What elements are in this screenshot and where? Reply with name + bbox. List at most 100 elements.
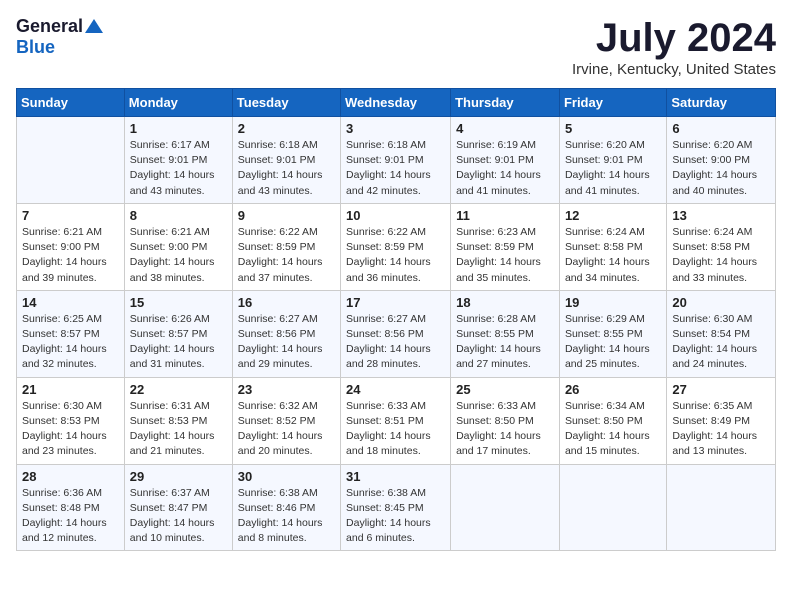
calendar-cell bbox=[17, 117, 125, 204]
page-header: General Blue July 2024 Irvine, Kentucky,… bbox=[16, 16, 776, 78]
calendar-cell: 24Sunrise: 6:33 AM Sunset: 8:51 PM Dayli… bbox=[341, 377, 451, 464]
day-number: 26 bbox=[565, 382, 661, 397]
calendar-cell: 18Sunrise: 6:28 AM Sunset: 8:55 PM Dayli… bbox=[451, 290, 560, 377]
calendar-cell: 14 Sunrise: 6:25 AM Sunset: 8:57 PM Dayli… bbox=[17, 290, 125, 377]
calendar-cell: 5 Sunrise: 6:20 AM Sunset: 9:01 PM Daylig… bbox=[559, 117, 666, 204]
day-number: 15 bbox=[130, 295, 227, 310]
day-number: 31 bbox=[346, 469, 445, 484]
day-number: 27 bbox=[672, 382, 770, 397]
logo-blue-text: Blue bbox=[16, 37, 55, 57]
day-number: 9 bbox=[238, 208, 335, 223]
day-number: 5 bbox=[565, 121, 661, 136]
header-day-saturday: Saturday bbox=[667, 89, 776, 117]
day-number: 25 bbox=[456, 382, 554, 397]
cell-content: Sunrise: 6:29 AM Sunset: 8:55 PM Dayligh… bbox=[565, 312, 661, 373]
calendar-cell: 28 Sunrise: 6:36 AM Sunset: 8:48 PM Dayli… bbox=[17, 464, 125, 551]
day-number: 2 bbox=[238, 121, 335, 136]
day-number: 3 bbox=[346, 121, 445, 136]
calendar-week-row: 1Sunrise: 6:17 AM Sunset: 9:01 PM Daylig… bbox=[17, 117, 776, 204]
day-number: 4 bbox=[456, 121, 554, 136]
calendar-cell: 7Sunrise: 6:21 AM Sunset: 9:00 PM Daylig… bbox=[17, 203, 125, 290]
logo: General Blue bbox=[16, 16, 103, 58]
calendar-table: SundayMondayTuesdayWednesdayThursdayFrid… bbox=[16, 88, 776, 551]
calendar-cell: 11 Sunrise: 6:23 AM Sunset: 8:59 PM Dayli… bbox=[451, 203, 560, 290]
calendar-cell: 1Sunrise: 6:17 AM Sunset: 9:01 PM Daylig… bbox=[124, 117, 232, 204]
day-number: 14 bbox=[22, 295, 119, 310]
calendar-cell: 25Sunrise: 6:33 AM Sunset: 8:50 PM Dayli… bbox=[451, 377, 560, 464]
day-number: 22 bbox=[130, 382, 227, 397]
calendar-cell: 3 Sunrise: 6:18 AM Sunset: 9:01 PM Daylig… bbox=[341, 117, 451, 204]
day-number: 28 bbox=[22, 469, 119, 484]
cell-content: Sunrise: 6:28 AM Sunset: 8:55 PM Dayligh… bbox=[456, 312, 554, 373]
cell-content: Sunrise: 6:20 AM Sunset: 9:00 PM Dayligh… bbox=[672, 138, 770, 199]
day-number: 10 bbox=[346, 208, 445, 223]
cell-content: Sunrise: 6:30 AM Sunset: 8:54 PM Dayligh… bbox=[672, 312, 770, 373]
calendar-cell: 19Sunrise: 6:29 AM Sunset: 8:55 PM Dayli… bbox=[559, 290, 666, 377]
calendar-week-row: 14 Sunrise: 6:25 AM Sunset: 8:57 PM Dayli… bbox=[17, 290, 776, 377]
calendar-cell: 20 Sunrise: 6:30 AM Sunset: 8:54 PM Dayli… bbox=[667, 290, 776, 377]
calendar-cell bbox=[667, 464, 776, 551]
cell-content: Sunrise: 6:36 AM Sunset: 8:48 PM Dayligh… bbox=[22, 486, 119, 547]
calendar-week-row: 7Sunrise: 6:21 AM Sunset: 9:00 PM Daylig… bbox=[17, 203, 776, 290]
cell-content: Sunrise: 6:38 AM Sunset: 8:46 PM Dayligh… bbox=[238, 486, 335, 547]
header-day-tuesday: Tuesday bbox=[232, 89, 340, 117]
cell-content: Sunrise: 6:38 AM Sunset: 8:45 PM Dayligh… bbox=[346, 486, 445, 547]
header-day-thursday: Thursday bbox=[451, 89, 560, 117]
day-number: 11 bbox=[456, 208, 554, 223]
day-number: 24 bbox=[346, 382, 445, 397]
day-number: 17 bbox=[346, 295, 445, 310]
calendar-cell: 29 Sunrise: 6:37 AM Sunset: 8:47 PM Dayli… bbox=[124, 464, 232, 551]
logo-arrow-icon bbox=[85, 17, 103, 35]
calendar-cell: 27 Sunrise: 6:35 AM Sunset: 8:49 PM Dayli… bbox=[667, 377, 776, 464]
cell-content: Sunrise: 6:24 AM Sunset: 8:58 PM Dayligh… bbox=[672, 225, 770, 286]
calendar-cell: 21Sunrise: 6:30 AM Sunset: 8:53 PM Dayli… bbox=[17, 377, 125, 464]
day-number: 12 bbox=[565, 208, 661, 223]
calendar-week-row: 28 Sunrise: 6:36 AM Sunset: 8:48 PM Dayli… bbox=[17, 464, 776, 551]
calendar-cell: 10Sunrise: 6:22 AM Sunset: 8:59 PM Dayli… bbox=[341, 203, 451, 290]
calendar-cell: 13 Sunrise: 6:24 AM Sunset: 8:58 PM Dayli… bbox=[667, 203, 776, 290]
cell-content: Sunrise: 6:37 AM Sunset: 8:47 PM Dayligh… bbox=[130, 486, 227, 547]
calendar-cell: 30Sunrise: 6:38 AM Sunset: 8:46 PM Dayli… bbox=[232, 464, 340, 551]
location-title: Irvine, Kentucky, United States bbox=[572, 61, 776, 78]
calendar-cell bbox=[451, 464, 560, 551]
calendar-cell: 6 Sunrise: 6:20 AM Sunset: 9:00 PM Daylig… bbox=[667, 117, 776, 204]
day-number: 13 bbox=[672, 208, 770, 223]
cell-content: Sunrise: 6:27 AM Sunset: 8:56 PM Dayligh… bbox=[346, 312, 445, 373]
header-day-sunday: Sunday bbox=[17, 89, 125, 117]
cell-content: Sunrise: 6:21 AM Sunset: 9:00 PM Dayligh… bbox=[130, 225, 227, 286]
cell-content: Sunrise: 6:31 AM Sunset: 8:53 PM Dayligh… bbox=[130, 399, 227, 460]
calendar-cell bbox=[559, 464, 666, 551]
calendar-cell: 31 Sunrise: 6:38 AM Sunset: 8:45 PM Dayli… bbox=[341, 464, 451, 551]
cell-content: Sunrise: 6:23 AM Sunset: 8:59 PM Dayligh… bbox=[456, 225, 554, 286]
title-section: July 2024 Irvine, Kentucky, United State… bbox=[572, 16, 776, 78]
day-number: 20 bbox=[672, 295, 770, 310]
calendar-cell: 9Sunrise: 6:22 AM Sunset: 8:59 PM Daylig… bbox=[232, 203, 340, 290]
cell-content: Sunrise: 6:34 AM Sunset: 8:50 PM Dayligh… bbox=[565, 399, 661, 460]
calendar-week-row: 21Sunrise: 6:30 AM Sunset: 8:53 PM Dayli… bbox=[17, 377, 776, 464]
cell-content: Sunrise: 6:27 AM Sunset: 8:56 PM Dayligh… bbox=[238, 312, 335, 373]
cell-content: Sunrise: 6:24 AM Sunset: 8:58 PM Dayligh… bbox=[565, 225, 661, 286]
day-number: 29 bbox=[130, 469, 227, 484]
calendar-cell: 15 Sunrise: 6:26 AM Sunset: 8:57 PM Dayli… bbox=[124, 290, 232, 377]
cell-content: Sunrise: 6:18 AM Sunset: 9:01 PM Dayligh… bbox=[238, 138, 335, 199]
day-number: 6 bbox=[672, 121, 770, 136]
cell-content: Sunrise: 6:20 AM Sunset: 9:01 PM Dayligh… bbox=[565, 138, 661, 199]
cell-content: Sunrise: 6:19 AM Sunset: 9:01 PM Dayligh… bbox=[456, 138, 554, 199]
day-number: 23 bbox=[238, 382, 335, 397]
cell-content: Sunrise: 6:35 AM Sunset: 8:49 PM Dayligh… bbox=[672, 399, 770, 460]
cell-content: Sunrise: 6:25 AM Sunset: 8:57 PM Dayligh… bbox=[22, 312, 119, 373]
day-number: 16 bbox=[238, 295, 335, 310]
cell-content: Sunrise: 6:21 AM Sunset: 9:00 PM Dayligh… bbox=[22, 225, 119, 286]
calendar-cell: 17 Sunrise: 6:27 AM Sunset: 8:56 PM Dayli… bbox=[341, 290, 451, 377]
month-title: July 2024 bbox=[572, 16, 776, 61]
cell-content: Sunrise: 6:26 AM Sunset: 8:57 PM Dayligh… bbox=[130, 312, 227, 373]
logo-general-text: General bbox=[16, 16, 83, 37]
header-day-wednesday: Wednesday bbox=[341, 89, 451, 117]
day-number: 8 bbox=[130, 208, 227, 223]
calendar-cell: 16 Sunrise: 6:27 AM Sunset: 8:56 PM Dayli… bbox=[232, 290, 340, 377]
calendar-cell: 26 Sunrise: 6:34 AM Sunset: 8:50 PM Dayli… bbox=[559, 377, 666, 464]
cell-content: Sunrise: 6:18 AM Sunset: 9:01 PM Dayligh… bbox=[346, 138, 445, 199]
cell-content: Sunrise: 6:17 AM Sunset: 9:01 PM Dayligh… bbox=[130, 138, 227, 199]
calendar-cell: 4 Sunrise: 6:19 AM Sunset: 9:01 PM Daylig… bbox=[451, 117, 560, 204]
calendar-cell: 23Sunrise: 6:32 AM Sunset: 8:52 PM Dayli… bbox=[232, 377, 340, 464]
